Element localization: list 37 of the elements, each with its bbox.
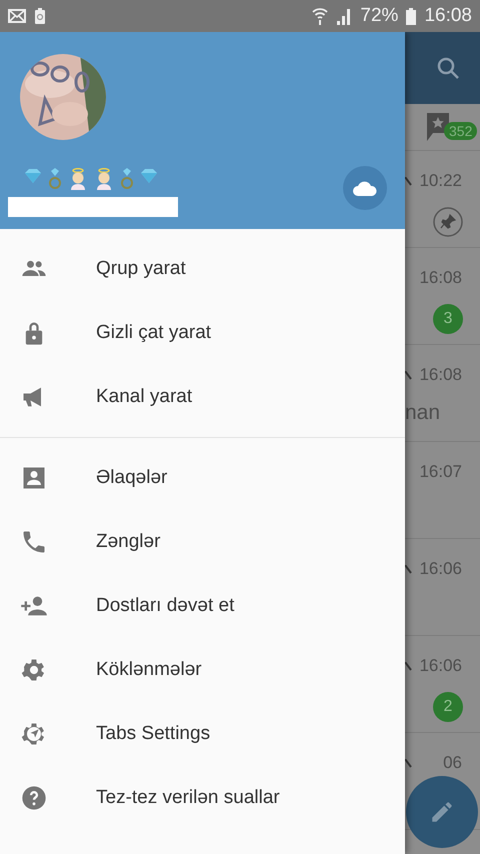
mail-icon [8,9,26,23]
help-icon [20,784,48,812]
angel-icon [94,168,114,190]
ring-icon [120,168,134,190]
menu-item[interactable]: Dostları dəvət et [0,574,405,638]
menu-item[interactable]: Zənglər [0,510,405,574]
unread-badge: 2 [433,692,463,722]
menu-item[interactable]: Əlaqələr [0,446,405,510]
gem-icon [24,168,42,184]
unread-badge: 3 [433,304,463,334]
gem-icon [140,168,158,184]
menu-item[interactable]: Tabs Settings [0,702,405,766]
message-preview: nan [405,401,440,425]
chat-time: 16:07 [419,462,462,482]
search-icon[interactable] [436,56,460,80]
chat-time: 16:06 [419,559,462,579]
clock: 16:08 [424,5,472,27]
chat-time: 06 [443,753,462,773]
chat-time: 16:06 [419,656,462,676]
cloud-button[interactable] [343,166,387,210]
menu-item[interactable]: Gizli çat yarat [0,301,405,365]
wifi-icon [312,7,328,25]
chat-time: 16:08 [419,268,462,288]
menu-item[interactable]: Qrup yarat [0,237,405,301]
chat-time: 16:08 [419,365,462,385]
menu-item[interactable]: Köklənmələr [0,638,405,702]
menu-item[interactable]: Kanal yarat [0,365,405,429]
angel-icon [68,168,88,190]
cloud-icon [352,180,378,196]
signal-icon [336,7,352,25]
battery-saver-icon [34,7,46,25]
chat-time: 10:22 [419,171,462,191]
battery-icon [406,7,416,25]
menu-item[interactable]: Tez-tez verilən suallar [0,766,405,830]
ring-icon [48,168,62,190]
count-badge: 352 [444,122,478,140]
battery-percent: 72% [360,5,398,27]
